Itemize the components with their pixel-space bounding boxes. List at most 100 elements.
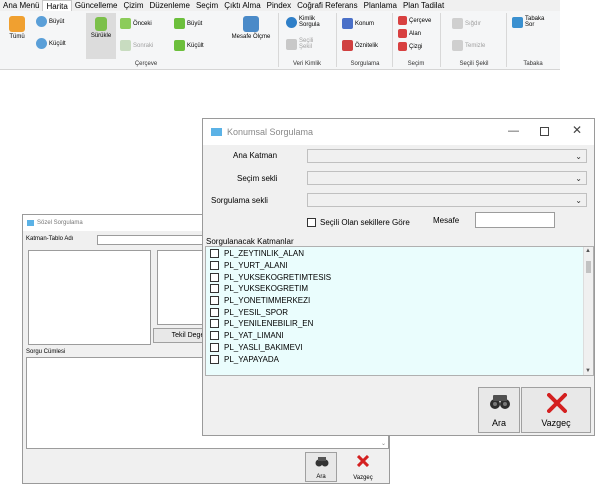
chevron-down-icon: ⌄ <box>575 196 582 205</box>
minimize-icon[interactable]: — <box>508 125 519 137</box>
surukle-button[interactable]: Sürükle <box>86 13 116 59</box>
sigdir-button[interactable]: Sığdır <box>452 18 481 29</box>
layer-list-item[interactable]: PL_YAT_LIMANI <box>206 330 593 342</box>
vazgec-button[interactable]: Vazgeç <box>521 387 591 433</box>
ribbon-tab[interactable]: Harita <box>42 0 72 11</box>
layer-name: PL_YASLI_BAKIMEVI <box>224 342 303 352</box>
maximize-icon[interactable] <box>540 127 549 136</box>
sozel-ara-button[interactable]: Ara <box>305 452 337 482</box>
sorgulama-sekli-select[interactable]: ⌄ <box>307 193 587 207</box>
back-arrow-icon <box>120 18 131 29</box>
layer-checkbox[interactable] <box>210 331 219 341</box>
secili-sekil-button[interactable]: Seçili Şekil <box>286 38 317 50</box>
ruler-icon <box>243 16 259 32</box>
ara-button[interactable]: Ara <box>478 387 520 433</box>
temizle-button[interactable]: Temizle <box>452 40 485 51</box>
scroll-down-icon: ⌄ <box>380 441 386 447</box>
layer-list-item[interactable]: PL_YASLI_BAKIMEVI <box>206 342 593 354</box>
ribbon-tab[interactable]: Düzenleme <box>147 0 193 11</box>
tabaka-sor-button[interactable]: Tabaka Sor <box>512 16 545 28</box>
layer-checkbox[interactable] <box>210 284 219 294</box>
ribbon-tab[interactable]: Güncelleme <box>72 0 121 11</box>
kimlik-sorgula-label: Kimlik Sorgula <box>299 16 320 28</box>
layer-name: PL_ZEYTINLIK_ALAN <box>224 249 305 259</box>
window-icon <box>211 128 222 136</box>
group-separator <box>336 13 337 67</box>
layer-list-item[interactable]: PL_YONETIMMERKEZI <box>206 295 593 307</box>
kucult-button[interactable]: Küçült <box>36 38 66 49</box>
vazgec-label: Vazgeç <box>353 475 373 481</box>
oznitelik-label: Öznitelik <box>355 42 379 49</box>
ribbon-tab[interactable]: Çizim <box>121 0 147 11</box>
ana-katman-label: Ana Katman <box>233 151 278 160</box>
konumsal-sorgulama-window: Konumsal Sorgulama — ✕ Ana Katman ⌄ Seçi… <box>202 118 595 436</box>
ana-katman-select[interactable]: ⌄ <box>307 149 587 163</box>
layer-list-item[interactable]: PL_YURT_ALANI <box>206 260 593 272</box>
kucult2-label: Küçült <box>187 42 204 49</box>
layer-name: PL_YAT_LIMANI <box>224 331 284 341</box>
alan-label: Alan <box>409 30 422 37</box>
layer-list-item[interactable]: PL_YAPAYADA <box>206 353 593 365</box>
layer-checkbox[interactable] <box>210 307 219 317</box>
onceki-button[interactable]: Önceki <box>120 18 152 29</box>
layer-list-item[interactable]: PL_ZEYTINLIK_ALAN <box>206 248 593 260</box>
sorgu-cumlesi-label: Sorgu Cümlesi <box>26 349 66 355</box>
secili-sekillere-gore-checkbox[interactable]: Seçili Olan sekillere Göre <box>307 218 410 227</box>
tabaka-sor-label: Tabaka Sor <box>525 16 545 28</box>
cizgi-label: Çizgi <box>409 43 423 50</box>
konum-button[interactable]: Konum <box>342 18 374 29</box>
scroll-up-icon[interactable]: ▲ <box>585 248 591 254</box>
layer-name: PL_YAPAYADA <box>224 354 279 364</box>
scroll-thumb[interactable] <box>586 261 591 273</box>
close-icon[interactable]: ✕ <box>572 123 582 137</box>
ribbon-tab[interactable]: Çıktı Alma <box>221 0 263 11</box>
layers-checklist[interactable]: PL_ZEYTINLIK_ALAN PL_YURT_ALANI PL_YUKSEKO… <box>205 246 594 376</box>
shrink-arrows-icon <box>174 40 185 51</box>
ribbon-tab[interactable]: Ana Menü <box>0 0 42 11</box>
buyut-button[interactable]: Büyüt <box>36 16 64 27</box>
layer-checkbox[interactable] <box>210 261 219 271</box>
layer-list-item[interactable]: PL_YESIL_SPOR <box>206 306 593 318</box>
pan-hand-icon <box>95 17 107 31</box>
list-scrollbar[interactable]: ▲ ▼ <box>583 247 593 375</box>
layer-checkbox[interactable] <box>210 354 219 364</box>
group-label-cerceve: Çerçeve <box>134 61 158 67</box>
layer-list-item[interactable]: PL_YENILENEBILIR_EN <box>206 318 593 330</box>
layer-checkbox[interactable] <box>210 319 219 329</box>
secili-sekil-label: Seçili Şekil <box>299 38 314 50</box>
ribbon-tab[interactable]: Planlama <box>361 0 400 11</box>
kimlik-sorgula-button[interactable]: Kimlik Sorgula <box>286 16 323 28</box>
area-select-icon <box>398 29 407 38</box>
buyut2-button[interactable]: Büyüt <box>174 18 202 29</box>
clear-icon <box>452 40 463 51</box>
mesafe-olcme-button[interactable]: Mesafe Ölçme <box>228 16 274 40</box>
secim-sekli-select[interactable]: ⌄ <box>307 171 587 185</box>
layer-checkbox[interactable] <box>210 296 219 306</box>
group-separator <box>440 13 441 67</box>
layer-checkbox[interactable] <box>210 342 219 352</box>
ribbon-tab[interactable]: Plan Tadilat <box>400 0 447 11</box>
ribbon-tab[interactable]: Seçim <box>193 0 221 11</box>
checkbox-box[interactable] <box>307 218 316 227</box>
layer-checkbox[interactable] <box>210 272 219 282</box>
field-list[interactable] <box>28 250 151 345</box>
layer-name: PL_YONETIMMERKEZI <box>224 296 311 306</box>
kucult-label: Küçült <box>49 40 66 47</box>
alan-button[interactable]: Alan <box>398 29 421 38</box>
ribbon-tab[interactable]: Pindex <box>264 0 294 11</box>
tumu-label: Tümü <box>9 34 25 40</box>
konum-label: Konum <box>355 20 375 27</box>
scroll-down-icon[interactable]: ▼ <box>585 368 591 374</box>
layer-list-item[interactable]: PL_YUKSEKOGRETIM <box>206 283 593 295</box>
cizgi-button[interactable]: Çizgi <box>398 42 422 51</box>
kucult2-button[interactable]: Küçült <box>174 40 204 51</box>
sozel-vazgec-button[interactable]: Vazgeç <box>339 452 387 482</box>
ribbon-tab[interactable]: Coğrafi Referans <box>294 0 360 11</box>
cerceve-button[interactable]: Çerçeve <box>398 16 431 25</box>
layer-list-item[interactable]: PL_YUKSEKOGRETIMTESIS <box>206 271 593 283</box>
layer-checkbox[interactable] <box>210 249 219 259</box>
tumu-button[interactable]: Tümü <box>6 16 28 40</box>
oznitelik-button[interactable]: Öznitelik <box>342 40 378 51</box>
mesafe-input[interactable] <box>475 212 555 228</box>
sonraki-button[interactable]: Sonraki <box>120 40 153 51</box>
